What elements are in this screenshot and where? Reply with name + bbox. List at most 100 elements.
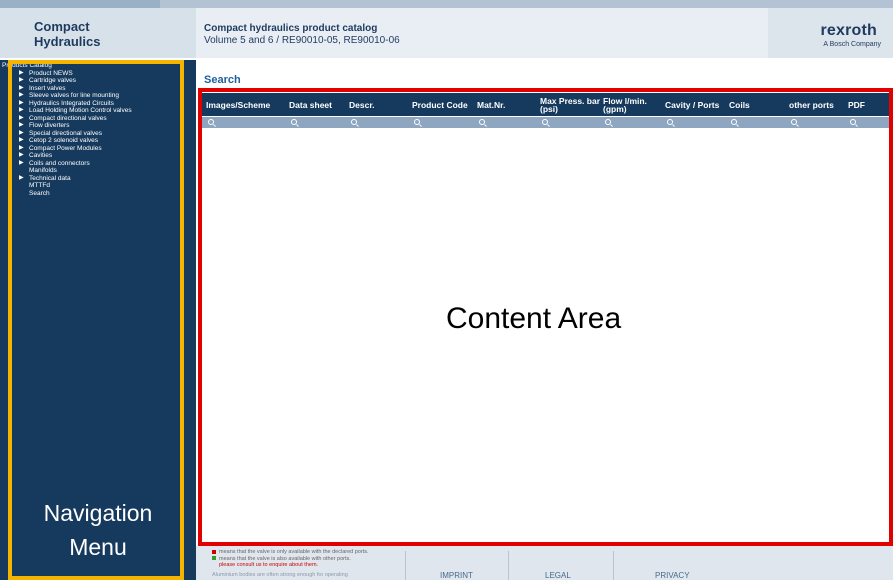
column-header-max-press-bar-psi[interactable]: Max Press. bar (psi) [540,93,600,116]
navigation-annotation-line-1: Navigation [43,500,153,526]
search-icon[interactable] [731,119,737,125]
column-header-other-ports[interactable]: other ports [789,93,845,116]
expand-arrow-icon[interactable]: ▶ [19,137,24,145]
nav-item-label: Compact Power Modules [29,144,102,152]
nav-item-load-holding-motion-control-valves[interactable]: ▶ Load Holding Motion Control valves [0,107,196,115]
column-header-pdf[interactable]: PDF [848,93,888,116]
nav-item-insert-valves[interactable]: ▶ Insert valves [0,85,196,93]
expand-arrow-icon[interactable]: ▶ [19,85,24,93]
nav-item-label: Product NEWS [29,69,73,77]
search-icon[interactable] [208,119,214,125]
results-filter-row [202,117,893,128]
navigation-annotation: Navigation Menu [12,496,184,564]
expand-arrow-icon[interactable]: ▶ [19,145,24,153]
nav-item-label: Manifolds [29,167,57,174]
column-header-product-code[interactable]: Product Code [412,93,476,116]
footer-divider [405,551,406,580]
content-annotation: Content Area [446,302,622,335]
nav-item-label: Coils and connectors [29,159,90,167]
search-icon[interactable] [605,119,611,125]
footer-link-imprint[interactable]: IMPRINT [440,571,473,580]
nav-item-coils-and-connectors[interactable]: ▶ Coils and connectors [0,160,196,168]
brand-area: Compact Hydraulics [0,8,196,58]
catalog-subtitle: Volume 5 and 6 / RE90010-05, RE90010-06 [204,35,400,46]
column-header-data-sheet[interactable]: Data sheet [289,93,347,116]
navigation-list: Products Catalog ▶ Product NEWS ▶ Cartridge… [0,62,196,197]
expand-arrow-icon[interactable]: ▶ [19,107,24,115]
search-icon[interactable] [791,119,797,125]
nav-item-cavities[interactable]: ▶ Cavities [0,152,196,160]
search-icon[interactable] [667,119,673,125]
page-title: Search [204,74,241,86]
nav-item-cetop-2-solenoid-valves[interactable]: ▶ Cetop 2 solenoid valves [0,137,196,145]
logo-name: rexroth [820,22,877,39]
expand-arrow-icon[interactable]: ▶ [19,175,24,183]
search-icon[interactable] [850,119,856,125]
nav-item-label: MTTFd [29,182,50,189]
search-icon[interactable] [542,119,548,125]
expand-arrow-icon[interactable]: ▶ [19,92,24,100]
nav-item-label: Cetop 2 solenoid valves [29,137,99,144]
nav-item-special-directional-valves[interactable]: ▶ Special directional valves [0,130,196,138]
nav-item-label: Insert valves [29,84,66,92]
nav-item-manifolds[interactable]: Manifolds [0,167,196,175]
nav-item-hydraulics-integrated-circuits[interactable]: ▶ Hydraulics Integrated Circuits [0,100,196,108]
nav-item-product-news[interactable]: ▶ Product NEWS [0,70,196,78]
nav-item-mttfd[interactable]: MTTFd [0,182,196,190]
footer-divider [613,551,614,580]
nav-item-label: Search [29,189,50,197]
catalog-info: Compact hydraulics product catalog Volum… [204,23,400,47]
legend-line: please consult us to enquire about them. [212,562,369,569]
nav-item-search[interactable]: Search [0,190,196,198]
results-table-header: Images/Scheme Data sheet Descr. Product Cod… [202,93,893,116]
nav-item-flow-diverters[interactable]: ▶ Flow diverters [0,122,196,130]
legend-note: Aluminium bodies are often strong enough… [212,571,348,578]
expand-arrow-icon[interactable]: ▶ [19,77,24,85]
expand-arrow-icon[interactable]: ▶ [19,160,24,168]
column-header-flow-l-min-gpm[interactable]: Flow l/min. (gpm) [603,93,663,116]
search-icon[interactable] [414,119,420,125]
search-icon[interactable] [291,119,297,125]
nav-item-label: Flow diverters [29,122,70,129]
rexroth-logo[interactable]: rexroth A Bosch Company [768,8,893,58]
footer-divider [508,551,509,580]
navigation-annotation-line-2: Menu [69,534,127,560]
logo-subtitle: A Bosch Company [823,41,881,48]
footer-link-legal[interactable]: LEGAL [545,571,571,580]
search-icon[interactable] [351,119,357,125]
legend-swatch-icon [212,549,216,554]
expand-arrow-icon[interactable]: ▶ [19,100,24,108]
nav-item-compact-power-modules[interactable]: ▶ Compact Power Modules [0,145,196,153]
column-header-mat-nr[interactable]: Mat.Nr. [477,93,537,116]
expand-arrow-icon[interactable]: ▶ [19,122,24,130]
nav-item-label: Cavities [29,152,53,159]
expand-arrow-icon[interactable]: ▶ [19,115,24,123]
expand-arrow-icon[interactable]: ▶ [19,70,24,78]
nav-item-label: Special directional valves [29,129,102,137]
nav-item-compact-directional-valves[interactable]: ▶ Compact directional valves [0,115,196,123]
brand-line-1: Compact [34,19,90,34]
header: Compact Hydraulics Compact hydraulics pr… [0,8,893,58]
nav-item-cartridge-valves[interactable]: ▶ Cartridge valves [0,77,196,85]
legend-text: please consult us to enquire about them. [219,562,319,568]
nav-item-label: Load Holding Motion Control valves [29,107,132,114]
column-header-coils[interactable]: Coils [729,93,787,116]
brand-title[interactable]: Compact Hydraulics [34,19,184,49]
legend-text: means that the valve is also available w… [219,555,351,562]
top-strip [0,0,893,8]
nav-root-products-catalog[interactable]: Products Catalog [0,62,196,70]
nav-item-sleeve-valves-for-line-mounting[interactable]: ▶ Sleeve valves for line mounting [0,92,196,100]
nav-item-technical-data[interactable]: ▶ Technical data [0,175,196,183]
nav-item-label: Compact directional valves [29,114,107,122]
legend-swatch-icon [212,556,216,561]
expand-arrow-icon[interactable]: ▶ [19,152,24,160]
column-header-descr[interactable]: Descr. [349,93,409,116]
top-strip-accent [0,0,160,8]
column-header-cavity-ports[interactable]: Cavity / Ports [665,93,727,116]
column-header-images-scheme[interactable]: Images/Scheme [206,93,286,116]
nav-item-label: Technical data [29,174,71,182]
expand-arrow-icon[interactable]: ▶ [19,130,24,138]
search-icon[interactable] [479,119,485,125]
footer-legend: means that the valve is only available w… [212,549,369,578]
footer-link-privacy[interactable]: PRIVACY [655,571,690,580]
